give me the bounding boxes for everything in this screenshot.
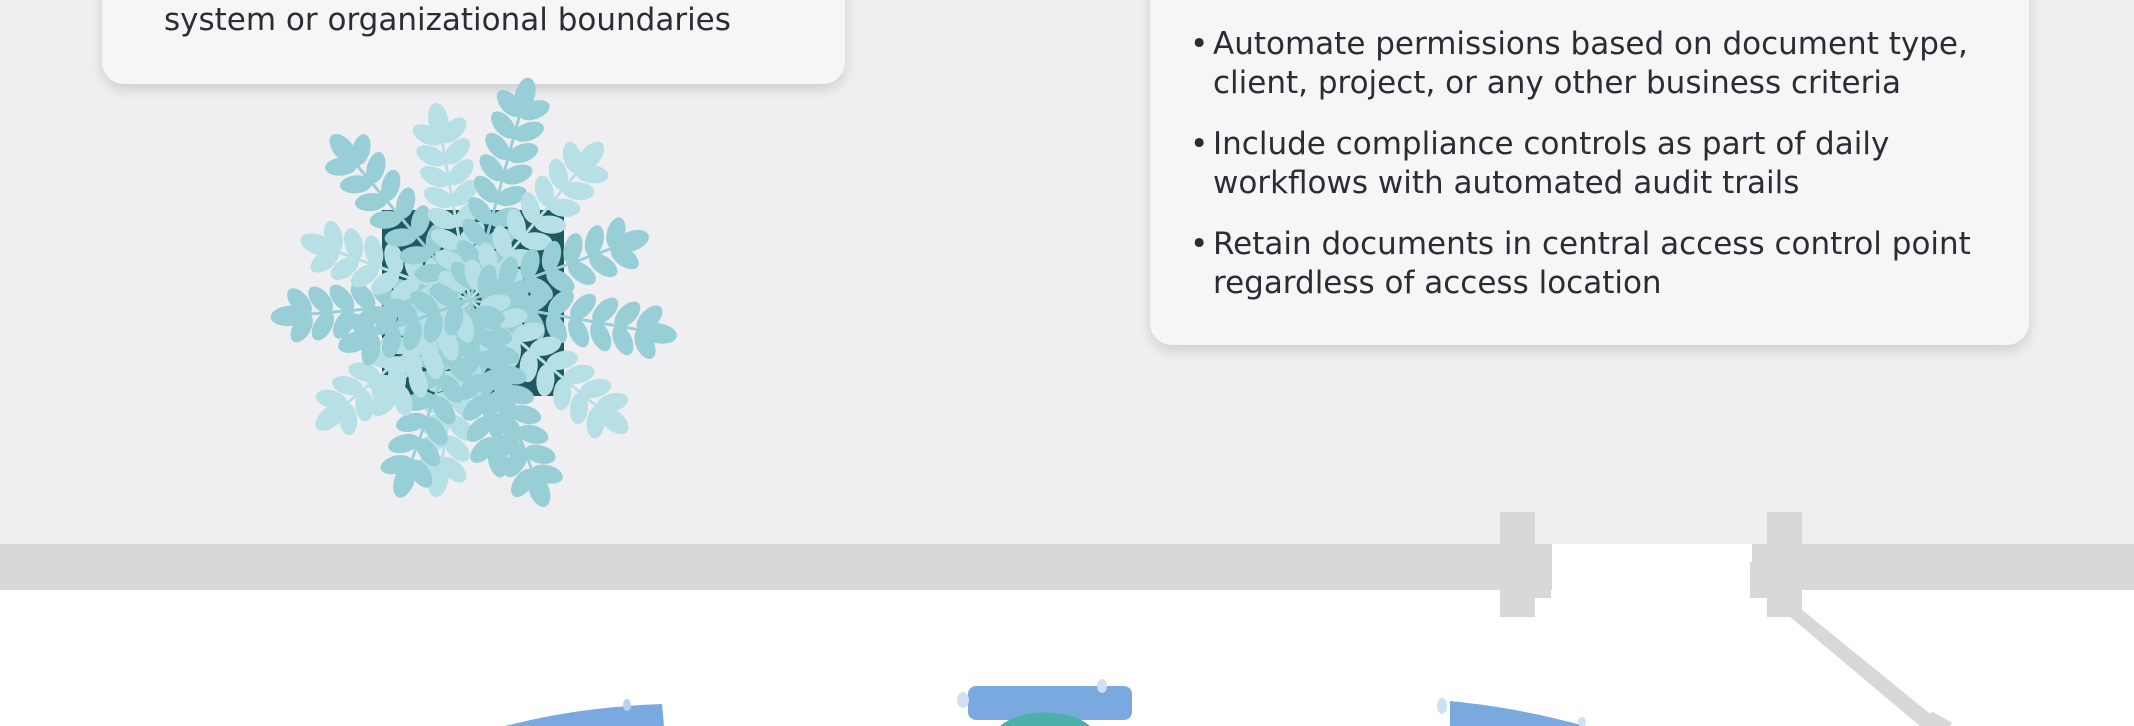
floor-furniture — [505, 600, 1952, 726]
chair-center — [957, 679, 1132, 726]
open-door-leaf — [1770, 600, 1945, 726]
chair-left — [505, 699, 664, 726]
chair-right — [1437, 698, 1586, 726]
